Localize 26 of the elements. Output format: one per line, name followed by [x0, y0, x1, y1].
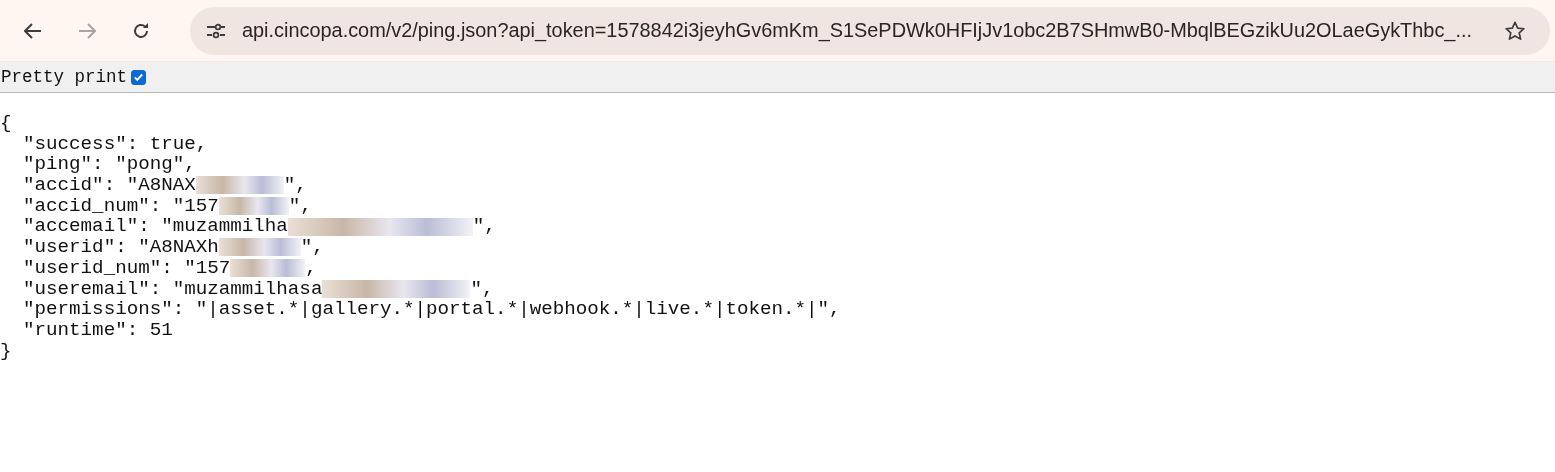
- json-punctuation: ",: [470, 278, 494, 300]
- json-line: "runtime": 51: [22, 319, 173, 341]
- json-line: "accemail": "muzammilha: [22, 216, 288, 238]
- url-text: api.cincopa.com/v2/ping.json?api_token=1578842i3jeyhGv6mKm_S1SePDWk0HFIjJv1obc2B7SHmwB0-MbqlBEGzikUu2OLaeGykThbc_...: [242, 19, 1473, 42]
- bookmark-star-icon[interactable]: [1504, 19, 1526, 42]
- json-punctuation: ",: [300, 237, 324, 258]
- json-line: }: [0, 340, 12, 362]
- json-line: "ping": "pong",: [22, 154, 196, 176]
- json-line: "userid_num": "157: [22, 257, 231, 279]
- json-line: "accid_num": "157: [22, 195, 219, 217]
- json-line: "accid": "A8NAX: [22, 175, 196, 196]
- json-punctuation: ",: [472, 216, 496, 238]
- back-icon[interactable]: [24, 22, 42, 39]
- address-bar[interactable]: api.cincopa.com/v2/ping.json?api_token=1578842i3jeyhGv6mKm_S1SePDWk0HFIjJv1obc2B7SHmwB0-MbqlBEGzikUu2OLaeGykThbc_...: [190, 6, 1550, 55]
- json-line: "permissions": "|asset.*|gallery.*|portal.*|webhook.*|live.*|token.*|",: [22, 299, 841, 320]
- json-line: {: [0, 113, 12, 134]
- reload-icon[interactable]: [132, 21, 150, 40]
- site-settings-icon[interactable]: [206, 22, 226, 39]
- pretty-print-label: Pretty print: [1, 67, 128, 87]
- json-line: "success": true,: [22, 133, 208, 155]
- json-line: "useremail": "muzammilhasa: [22, 278, 323, 300]
- json-line: "userid": "A8NAXh: [22, 237, 219, 258]
- json-punctuation: ,: [305, 257, 317, 279]
- pretty-print-checkbox[interactable]: [131, 69, 147, 85]
- json-punctuation: ",: [288, 195, 312, 217]
- json-punctuation: ",: [283, 175, 307, 196]
